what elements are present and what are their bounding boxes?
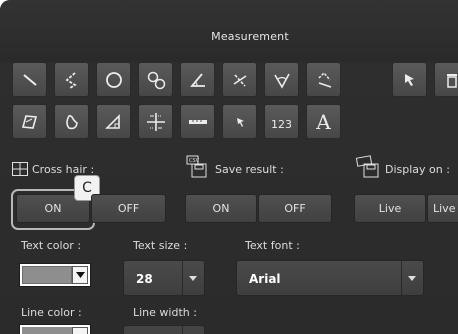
line-color-label: Line color : <box>21 306 82 319</box>
chevron-down-icon <box>408 276 416 281</box>
crosshair-off-button[interactable]: OFF <box>91 194 166 223</box>
center-distance-tool[interactable] <box>306 62 341 97</box>
line-color-fill <box>22 327 72 334</box>
polyline-tool[interactable] <box>54 62 89 97</box>
line-color-arrow <box>72 327 88 334</box>
triangle-tool[interactable] <box>96 104 131 139</box>
save-result-off-button[interactable]: OFF <box>258 194 332 223</box>
circle-icon <box>105 71 122 88</box>
select-arrow-tool[interactable] <box>392 62 427 97</box>
text-font-label: Text font : <box>245 239 300 252</box>
crosshair-icon <box>12 162 28 176</box>
text-size-dropdown[interactable]: 28 <box>123 260 205 296</box>
text-tool[interactable]: A <box>306 104 341 139</box>
display-on-icon <box>356 155 379 178</box>
straight-line-tool[interactable] <box>12 62 47 97</box>
save-result-on-button[interactable]: ON <box>185 194 257 223</box>
line-color-picker[interactable] <box>19 324 91 334</box>
area-icon <box>21 114 37 129</box>
select-arrow-icon <box>404 73 414 86</box>
text-color-picker[interactable] <box>19 263 91 287</box>
angle-tool[interactable] <box>180 62 215 97</box>
chevron-down-icon <box>72 266 88 284</box>
trash-icon <box>446 73 457 88</box>
text-icon: A <box>316 109 331 134</box>
text-font-dropdown[interactable]: Arial <box>236 260 424 296</box>
delete-tool[interactable] <box>434 62 458 97</box>
line-width-label: Line width : <box>133 306 197 319</box>
line-width-dropdown[interactable] <box>123 325 205 334</box>
text-size-label: Text size : <box>133 239 188 252</box>
counter-tool[interactable]: 123 <box>264 104 299 139</box>
freehand-area-icon <box>65 114 78 129</box>
chevron-down-icon <box>189 276 197 281</box>
measurement-panel: Measurement 123 A Cross hair: CSV Save … <box>0 0 458 334</box>
save-result-label: Save result : <box>215 163 284 176</box>
svg-text:CSV: CSV <box>189 158 200 164</box>
save-result-icon: CSV <box>186 155 207 178</box>
cross-angle-icon <box>233 73 246 87</box>
circle-to-circle-icon <box>147 71 165 89</box>
scale-bar-tool[interactable] <box>180 104 215 139</box>
triangle-icon <box>104 113 120 129</box>
straight-line-icon <box>22 73 37 86</box>
dropdown-separator <box>182 326 183 334</box>
polyline-icon <box>64 71 77 89</box>
cross-angle-tool[interactable] <box>222 62 257 97</box>
grid-cross-tool[interactable] <box>138 104 173 139</box>
text-color-fill <box>22 266 72 284</box>
counter-icon: 123 <box>271 118 292 131</box>
grid-cross-icon <box>146 112 165 131</box>
text-size-value: 28 <box>136 272 153 286</box>
arc-angle-icon <box>273 73 290 89</box>
display-live-button-2[interactable]: Live <box>427 194 458 223</box>
dropdown-separator <box>401 261 402 295</box>
scale-bar-icon <box>188 119 207 124</box>
text-font-value: Arial <box>249 272 281 286</box>
angle-icon <box>189 72 205 87</box>
display-on-label: Display on : <box>385 163 450 176</box>
display-live-button[interactable]: Live <box>354 194 426 223</box>
text-color-label: Text color : <box>21 239 82 252</box>
window-title: Measurement <box>211 30 289 43</box>
center-distance-icon <box>317 71 331 88</box>
circle-tool[interactable] <box>96 62 131 97</box>
freehand-area-tool[interactable] <box>54 104 89 139</box>
pointer-tool[interactable] <box>222 104 257 139</box>
arc-angle-tool[interactable] <box>264 62 299 97</box>
dropdown-separator <box>182 261 183 295</box>
pointer-arrow-icon <box>236 117 244 127</box>
area-tool[interactable] <box>12 104 47 139</box>
circle-to-circle-tool[interactable] <box>138 62 173 97</box>
title-bar: Measurement <box>0 0 458 62</box>
